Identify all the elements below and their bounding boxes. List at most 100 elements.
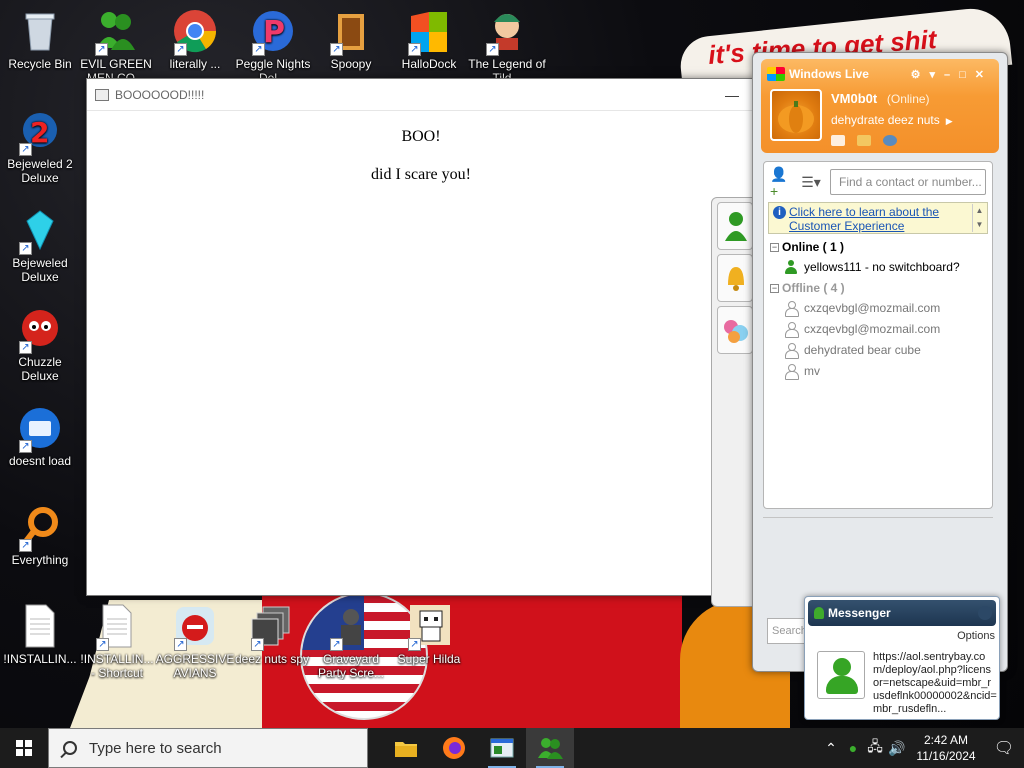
recycle-bin-icon[interactable]: Recycle Bin [0, 8, 80, 71]
contact-item[interactable]: mv [764, 358, 992, 380]
online-buddy-icon [784, 260, 798, 274]
volume-icon[interactable]: 🔊 [886, 740, 908, 757]
legend-icon[interactable]: ↗ The Legend of Tild... [467, 8, 547, 85]
offline-buddy-icon [784, 364, 799, 380]
messenger-side-tabs [711, 197, 755, 607]
thunderbird-icon[interactable]: ↗ doesnt load [0, 405, 80, 468]
messenger-title: Windows Live [789, 67, 869, 81]
social-icon [724, 320, 748, 343]
bottom-search-input[interactable]: Search [767, 618, 807, 644]
options-link[interactable]: Options [805, 630, 999, 642]
messenger-icon [814, 607, 824, 619]
clock[interactable]: 2:42 AM 11/16/2024 [908, 732, 984, 764]
window-app-icon [95, 88, 109, 101]
deez-nuts-spy-icon[interactable]: ↗ deez nuts spy [232, 603, 312, 666]
window-app-icon [490, 738, 514, 758]
folder-icon[interactable] [857, 135, 871, 146]
taskbar-search[interactable]: Type here to search [48, 728, 368, 768]
firefox-icon [443, 737, 465, 759]
messenger-window[interactable]: Windows Live ⚙▾–□✕ VM0b0t (Online) dehyd… [752, 52, 1008, 672]
add-contact-icon[interactable]: 👤+ [770, 166, 792, 199]
bejeweled-icon[interactable]: ↗ Bejeweled Deluxe [0, 207, 80, 284]
search-icon [63, 741, 77, 755]
offline-buddy-icon [784, 301, 799, 317]
personal-message[interactable]: dehydrate deez nuts ▶ [831, 113, 953, 127]
contact-item[interactable]: cxzqevbgl@mozmail.com [764, 295, 992, 317]
contact-search-input[interactable]: Find a contact or number... [830, 169, 986, 195]
hallodock-icon[interactable]: ↗ HalloDock [389, 8, 469, 71]
collapse-icon[interactable]: − [770, 242, 779, 252]
super-hilda-icon[interactable]: ↗ Super Hilda [389, 603, 469, 666]
offline-buddy-icon [784, 322, 799, 338]
folder-icon [395, 742, 417, 757]
status-dropdown[interactable]: (Online) [887, 92, 930, 106]
notification-message[interactable]: https://aol.sentrybay.com/deploy/aol.php… [873, 651, 997, 716]
messenger-titlebar[interactable]: Windows Live ⚙▾–□✕ [767, 65, 993, 83]
messenger-notification[interactable]: Messenger Options https://aol.sentrybay.… [804, 596, 1000, 720]
spoopy-icon[interactable]: ↗ Spoopy [311, 8, 391, 71]
boo-window-titlebar[interactable]: BOOOOOOD!!!!! — [87, 79, 755, 110]
contact-item[interactable]: dehydrated bear cube [764, 337, 992, 359]
group-online[interactable]: − Online ( 1 ) [764, 234, 992, 254]
contacts-icon [725, 212, 747, 241]
network-icon[interactable]: 🖧 [864, 736, 886, 760]
customer-experience-link[interactable]: Click here to learn about the Customer E… [789, 205, 939, 233]
contact-list-panel: 👤+ ☰▾ Find a contact or number... i Clic… [763, 161, 993, 509]
bejeweled2-icon[interactable]: 2 ↗ Bejeweled 2 Deluxe [0, 108, 80, 185]
offline-buddy-icon [784, 343, 799, 359]
divider [763, 517, 993, 520]
boo-window[interactable]: BOOOOOOD!!!!! — BOO! did I scare you! [86, 78, 756, 596]
taskbar: Type here to search ⌃ ● 🖧 🔊 2:42 AM 11/1… [0, 728, 1024, 768]
contact-toolbar: 👤+ ☰▾ Find a contact or number... [764, 162, 992, 202]
avatar[interactable] [770, 89, 822, 141]
display-name[interactable]: VM0b0t (Online) [831, 91, 930, 106]
file-explorer-button[interactable] [382, 728, 430, 768]
minimize-button[interactable]: — [709, 87, 755, 103]
start-button[interactable] [0, 728, 48, 768]
svg-text:2: 2 [30, 116, 49, 149]
boo-window-content: BOO! did I scare you! [87, 110, 755, 596]
firefox-button[interactable] [430, 728, 478, 768]
install-shortcut-icon[interactable]: ↗ !INSTALLIN... - Shortcut [77, 603, 157, 680]
graveyard-icon[interactable]: ↗ Graveyard Party Scre... [311, 603, 391, 680]
svg-text:P: P [263, 15, 285, 50]
windows-logo-icon [767, 67, 785, 81]
evil-green-men-icon[interactable]: ↗ EVIL GREEN MEN CO... [76, 8, 156, 85]
angry-birds-icon[interactable]: ↗ AGGRESSIVE AVIANS [155, 603, 235, 680]
banner-scroll[interactable]: ▲ ▼ [972, 204, 986, 232]
messenger-header: Windows Live ⚙▾–□✕ VM0b0t (Online) dehyd… [761, 59, 999, 153]
install-file-icon[interactable]: !INSTALLIN... [0, 603, 80, 666]
peggle-nights-icon[interactable]: P ↗ Peggle Nights Del... [233, 8, 313, 85]
everything-icon[interactable]: ↗ Everything [0, 504, 80, 567]
notification-center-icon[interactable]: 🗨 [984, 738, 1024, 758]
contact-item[interactable]: yellows111 - no switchboard? [764, 254, 992, 275]
close-icon[interactable] [978, 606, 992, 620]
info-icon: i [773, 206, 786, 219]
boo-text: did I scare you! [371, 166, 471, 183]
change-view-icon[interactable]: ☰▾ [800, 172, 822, 192]
system-tray: ⌃ ● 🖧 🔊 2:42 AM 11/16/2024 🗨 [820, 728, 1024, 768]
bell-icon [728, 267, 744, 291]
boo-app-button[interactable] [478, 728, 526, 768]
alerts-tab[interactable] [717, 254, 753, 302]
boo-heading: BOO! [401, 128, 441, 145]
boo-window-title: BOOOOOOD!!!!! [115, 87, 205, 102]
chevron-right-icon: ▶ [945, 116, 953, 126]
messenger-tray-icon[interactable]: ● [842, 740, 864, 756]
contact-item[interactable]: cxzqevbgl@mozmail.com [764, 316, 992, 338]
collapse-icon[interactable]: − [770, 283, 779, 293]
window-controls[interactable]: ⚙▾–□✕ [911, 68, 993, 81]
mail-icon[interactable] [831, 135, 845, 146]
buddy-icon [817, 651, 865, 699]
chrome-icon[interactable]: ↗ literally ... [155, 8, 235, 71]
quick-actions [831, 135, 897, 146]
group-offline[interactable]: − Offline ( 4 ) [764, 275, 992, 295]
chuzzle-icon[interactable]: ↗ Chuzzle Deluxe [0, 306, 80, 383]
messenger-taskbar-button[interactable] [526, 728, 574, 768]
social-tab[interactable] [717, 306, 753, 354]
chevron-up-icon[interactable]: ⌃ [820, 740, 842, 757]
spaces-icon[interactable] [883, 135, 897, 146]
windows-logo-icon [16, 740, 32, 756]
info-banner: i Click here to learn about the Customer… [768, 202, 988, 234]
contacts-tab[interactable] [717, 202, 753, 250]
